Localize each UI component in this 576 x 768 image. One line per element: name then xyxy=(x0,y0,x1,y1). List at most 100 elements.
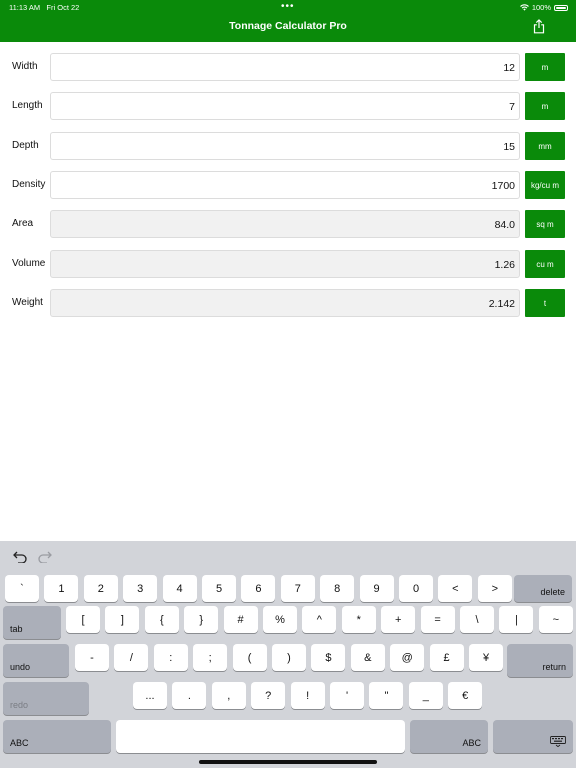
row-depth: Depth 15 mm xyxy=(0,132,576,160)
density-input[interactable]: 1700 xyxy=(50,171,520,199)
width-unit-button[interactable]: m xyxy=(525,53,565,81)
key-row2-6[interactable]: ^ xyxy=(302,606,337,633)
key-row3-2[interactable]: : xyxy=(153,644,188,671)
volume-output: 1.26 xyxy=(50,250,520,278)
row-area: Area 84.0 sq m xyxy=(0,210,576,238)
volume-unit-button[interactable]: cu m xyxy=(525,250,565,278)
weight-output: 2.142 xyxy=(50,289,520,317)
abc-key-left[interactable]: ABC xyxy=(3,720,111,753)
undo-icon[interactable] xyxy=(13,550,27,563)
keyboard-hide-icon xyxy=(550,736,566,747)
key-row1-0[interactable]: ` xyxy=(5,575,39,602)
key-row2-1[interactable]: ] xyxy=(105,606,140,633)
hide-keyboard-key[interactable] xyxy=(493,720,573,753)
key-row1-9[interactable]: 9 xyxy=(359,575,394,602)
key-row4-7[interactable]: _ xyxy=(408,682,443,709)
status-bar: 11:13 AM Fri Oct 22 ••• 100% xyxy=(0,0,576,14)
depth-input[interactable]: 15 xyxy=(50,132,520,160)
key-row1-12[interactable]: > xyxy=(477,575,512,602)
undo-key[interactable]: undo xyxy=(3,644,69,677)
key-row1-7[interactable]: 7 xyxy=(280,575,315,602)
time-text: 11:13 AM xyxy=(9,3,41,12)
tab-key[interactable]: tab xyxy=(3,606,61,639)
key-row1-3[interactable]: 3 xyxy=(123,575,158,602)
battery-percent: 100% xyxy=(531,3,551,12)
redo-icon[interactable] xyxy=(38,550,52,563)
key-row2-2[interactable]: { xyxy=(144,606,179,633)
area-label: Area xyxy=(12,218,34,229)
key-row1-1[interactable]: 1 xyxy=(44,575,79,602)
redo-key[interactable]: redo xyxy=(3,682,89,715)
key-row3-10[interactable]: ¥ xyxy=(469,644,503,671)
weight-unit-button[interactable]: t xyxy=(525,289,565,317)
page-title: Tonnage Calculator Pro xyxy=(229,20,347,32)
date-text: Fri Oct 22 xyxy=(46,3,80,12)
key-row4-8[interactable]: € xyxy=(448,682,483,709)
row-density: Density 1700 kg/cu m xyxy=(0,171,576,199)
return-key[interactable]: return xyxy=(507,644,573,677)
area-output: 84.0 xyxy=(50,210,520,238)
key-row4-0[interactable]: ... xyxy=(133,682,167,709)
home-indicator xyxy=(199,760,377,764)
key-row2-0[interactable]: [ xyxy=(66,606,100,633)
key-row3-3[interactable]: ; xyxy=(193,644,228,671)
key-row2-10[interactable]: \ xyxy=(460,606,494,633)
length-label: Length xyxy=(12,100,43,111)
app-header: 11:13 AM Fri Oct 22 ••• 100% Tonnage Cal… xyxy=(0,0,576,42)
row-width: Width 12 m xyxy=(0,53,576,81)
width-input[interactable]: 12 xyxy=(50,53,520,81)
key-row2-5[interactable]: % xyxy=(263,606,297,633)
key-row1-10[interactable]: 0 xyxy=(399,575,433,602)
multitasking-dots[interactable]: ••• xyxy=(281,1,295,12)
key-row2-8[interactable]: + xyxy=(381,606,416,633)
key-row3-7[interactable]: & xyxy=(350,644,385,671)
key-row1-5[interactable]: 5 xyxy=(202,575,236,602)
abc-key-right[interactable]: ABC xyxy=(410,720,488,753)
key-row2-7[interactable]: * xyxy=(341,606,376,633)
key-row1-11[interactable]: < xyxy=(438,575,473,602)
key-row3-9[interactable]: £ xyxy=(429,644,464,671)
key-row4-5[interactable]: ' xyxy=(330,682,364,709)
space-key[interactable] xyxy=(116,720,405,753)
key-row3-5[interactable]: ) xyxy=(272,644,306,671)
key-row1-2[interactable]: 2 xyxy=(83,575,118,602)
key-row1-8[interactable]: 8 xyxy=(320,575,355,602)
depth-label: Depth xyxy=(12,140,39,151)
length-input[interactable]: 7 xyxy=(50,92,520,120)
key-row4-1[interactable]: . xyxy=(172,682,207,709)
density-label: Density xyxy=(12,179,46,190)
battery-icon xyxy=(554,4,568,11)
row-length: Length 7 m xyxy=(0,92,576,120)
key-row1-6[interactable]: 6 xyxy=(241,575,276,602)
row-weight: Weight 2.142 t xyxy=(0,289,576,317)
row-volume: Volume 1.26 cu m xyxy=(0,250,576,278)
status-time: 11:13 AM Fri Oct 22 xyxy=(9,3,79,12)
key-row4-4[interactable]: ! xyxy=(290,682,325,709)
key-row3-4[interactable]: ( xyxy=(232,644,267,671)
key-row4-2[interactable]: , xyxy=(211,682,246,709)
width-label: Width xyxy=(12,61,38,72)
weight-label: Weight xyxy=(12,297,43,308)
key-row2-3[interactable]: } xyxy=(184,606,219,633)
key-row3-1[interactable]: / xyxy=(114,644,149,671)
wifi-icon xyxy=(519,4,529,11)
key-row4-6[interactable]: " xyxy=(369,682,404,709)
length-unit-button[interactable]: m xyxy=(525,92,565,120)
key-row2-12[interactable]: ~ xyxy=(538,606,573,633)
key-row3-6[interactable]: $ xyxy=(311,644,346,671)
key-row2-9[interactable]: = xyxy=(420,606,455,633)
delete-key[interactable]: delete xyxy=(514,575,572,602)
key-row3-8[interactable]: @ xyxy=(390,644,425,671)
area-unit-button[interactable]: sq m xyxy=(525,210,565,238)
status-indicators: 100% xyxy=(519,3,568,12)
depth-unit-button[interactable]: mm xyxy=(525,132,565,160)
share-icon[interactable] xyxy=(532,19,546,34)
key-row3-0[interactable]: - xyxy=(75,644,109,671)
key-row2-4[interactable]: # xyxy=(223,606,258,633)
key-row2-11[interactable]: | xyxy=(499,606,534,633)
volume-label: Volume xyxy=(12,258,46,269)
key-row4-3[interactable]: ? xyxy=(251,682,286,709)
density-unit-button[interactable]: kg/cu m xyxy=(525,171,565,199)
on-screen-keyboard: ` 1 2 3 4 5 6 7 8 9 0 < > delete tab[]{} #% ^ * + = \ | ~ undo -… xyxy=(0,541,576,768)
key-row1-4[interactable]: 4 xyxy=(162,575,197,602)
